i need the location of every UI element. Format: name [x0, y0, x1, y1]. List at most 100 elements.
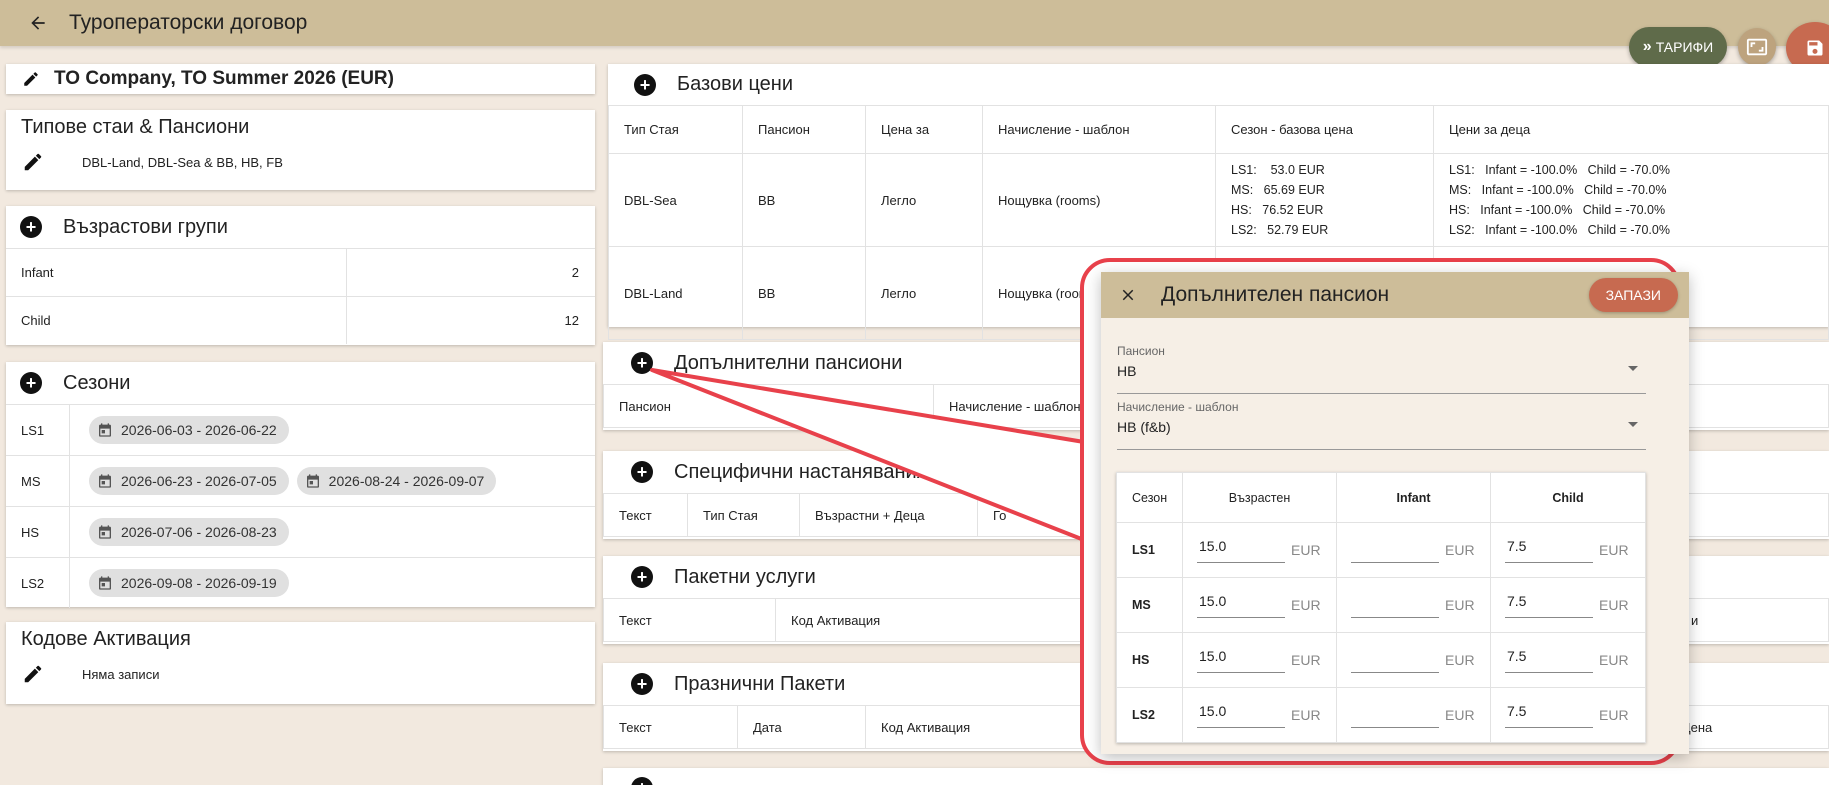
- date-range-text: 2026-08-24 - 2026-09-07: [328, 473, 485, 489]
- resize-icon: [1746, 38, 1768, 56]
- date-range-chip[interactable]: 2026-09-08 - 2026-09-19: [89, 569, 289, 597]
- specific-title: Специфични настанявания: [674, 460, 928, 483]
- tariffs-button[interactable]: » ТАРИФИ: [1629, 27, 1727, 67]
- age-group-value: 2: [571, 265, 579, 280]
- extra-boards-title: Допълнителни пансиони: [674, 351, 903, 374]
- date-range-chip[interactable]: 2026-07-06 - 2026-08-23: [89, 518, 289, 546]
- column-header: Възрастен: [1182, 472, 1337, 523]
- add-circle-icon[interactable]: +: [634, 73, 656, 96]
- currency-label: EUR: [1599, 707, 1629, 723]
- board-cell: BB: [742, 153, 866, 247]
- column-header: Пансион: [603, 384, 934, 428]
- extra-board-dialog: Допълнителен пансион ЗАПАЗИ Пансион HB Н…: [1101, 272, 1689, 754]
- calendar-icon: [97, 524, 113, 540]
- currency-label: EUR: [1599, 652, 1629, 668]
- table-row[interactable]: LS2 2026-09-08 - 2026-09-19: [6, 557, 595, 608]
- packages-title: Пакетни услуги: [674, 565, 816, 588]
- table-row[interactable]: DBL-Sea BB Легло Нощувка (rooms) LS1: 53…: [608, 153, 1829, 247]
- add-circle-icon[interactable]: +: [20, 372, 42, 394]
- table-row: MS 15.0 EUR EUR 7.5 EUR: [1116, 577, 1646, 633]
- fullscreen-button[interactable]: [1738, 28, 1776, 66]
- calendar-icon: [97, 422, 113, 438]
- table-row[interactable]: LS1 2026-06-03 - 2026-06-22: [6, 404, 595, 455]
- child-price-input[interactable]: 7.5: [1505, 538, 1593, 563]
- column-header: Цена: [1665, 705, 1829, 749]
- age-groups-title: Възрастови групи: [63, 215, 228, 238]
- board-select[interactable]: Пансион HB: [1117, 344, 1646, 394]
- add-circle-icon[interactable]: +: [631, 566, 653, 588]
- season-code: MS: [6, 456, 70, 506]
- seasons-title: Сезони: [63, 371, 131, 394]
- age-group-value: 12: [564, 313, 579, 328]
- table-row[interactable]: MS 2026-06-23 - 2026-07-05 2026-08-24 - …: [6, 455, 595, 506]
- infant-price-input[interactable]: [1351, 703, 1439, 728]
- column-header: Текст: [603, 493, 688, 537]
- column-header: Сезон: [1116, 472, 1183, 523]
- tariffs-label: ТАРИФИ: [1655, 39, 1714, 55]
- season-code: HS: [1116, 632, 1183, 688]
- infant-price-input[interactable]: [1351, 648, 1439, 673]
- add-circle-icon[interactable]: +: [631, 777, 653, 785]
- per-cell: Легло: [865, 153, 983, 247]
- template-select[interactable]: Начисление - шаблон HB (f&b): [1117, 400, 1646, 450]
- child-price-input[interactable]: 7.5: [1505, 703, 1593, 728]
- dialog-title: Допълнителен пансион: [1161, 283, 1390, 306]
- date-range-chip[interactable]: 2026-06-03 - 2026-06-22: [89, 416, 289, 444]
- room-types-card: Типове стаи & Пансиони DBL-Land, DBL-Sea…: [6, 110, 595, 190]
- table-row[interactable]: Infant 2: [6, 248, 595, 296]
- close-button[interactable]: [1119, 286, 1149, 304]
- adult-price-input[interactable]: 15.0: [1197, 648, 1285, 673]
- date-range-chip[interactable]: 2026-08-24 - 2026-09-07: [296, 467, 497, 495]
- calendar-icon: [97, 575, 113, 591]
- double-chevron-right-icon: »: [1642, 38, 1652, 55]
- board-cell: BB: [742, 246, 866, 340]
- currency-label: EUR: [1599, 597, 1629, 613]
- top-app-bar: Туроператорски договор: [0, 0, 1829, 46]
- column-header: Тип Стая: [608, 105, 743, 154]
- infant-price-input[interactable]: [1351, 593, 1439, 618]
- dialog-save-button[interactable]: ЗАПАЗИ: [1588, 278, 1678, 312]
- contract-title-card[interactable]: TO Company, TO Summer 2026 (EUR): [6, 64, 595, 94]
- child-prices-cell: LS1: Infant = -100.0% Child = -70.0% MS:…: [1433, 153, 1829, 247]
- season-code: LS2: [6, 558, 70, 608]
- currency-label: EUR: [1599, 542, 1629, 558]
- child-price-input[interactable]: 7.5: [1505, 648, 1593, 673]
- column-header: Сезон - базова цена: [1215, 105, 1434, 154]
- child-price-input[interactable]: 7.5: [1505, 593, 1593, 618]
- back-button[interactable]: [18, 3, 58, 43]
- floppy-disk-icon: [1807, 40, 1823, 56]
- currency-label: EUR: [1445, 597, 1475, 613]
- column-header: Пансион: [742, 105, 866, 154]
- activation-codes-card: Кодове Активация Няма записи: [6, 622, 595, 704]
- table-row[interactable]: Child 12: [6, 296, 595, 344]
- table-row[interactable]: HS 2026-07-06 - 2026-08-23: [6, 506, 595, 557]
- holiday-packages-title: Празнични Пакети: [674, 672, 846, 695]
- column-header: Цени за деца: [1433, 105, 1829, 154]
- infant-price-input[interactable]: [1351, 538, 1439, 563]
- currency-label: EUR: [1445, 652, 1475, 668]
- table-row: HS 15.0 EUR EUR 7.5 EUR: [1116, 632, 1646, 688]
- age-group-name: Child: [6, 297, 347, 344]
- table-row: LS2 15.0 EUR EUR 7.5 EUR: [1116, 687, 1646, 743]
- add-circle-icon[interactable]: +: [631, 461, 653, 483]
- adult-price-input[interactable]: 15.0: [1197, 593, 1285, 618]
- room-cell: DBL-Land: [608, 246, 743, 340]
- column-header: Текст: [603, 705, 738, 749]
- adult-price-input[interactable]: 15.0: [1197, 538, 1285, 563]
- adult-price-input[interactable]: 15.0: [1197, 703, 1285, 728]
- date-range-text: 2026-06-23 - 2026-07-05: [121, 473, 277, 489]
- activation-codes-value: Няма записи: [82, 666, 160, 682]
- pencil-icon[interactable]: [22, 663, 62, 685]
- pencil-icon[interactable]: [22, 151, 62, 173]
- page-title: Туроператорски договор: [69, 11, 308, 34]
- currency-label: EUR: [1291, 597, 1321, 613]
- table-row: LS1 15.0 EUR EUR 7.5 EUR: [1116, 522, 1646, 578]
- pencil-icon[interactable]: [22, 70, 40, 88]
- column-header: Текст: [603, 598, 776, 642]
- date-range-chip[interactable]: 2026-06-23 - 2026-07-05: [89, 467, 289, 495]
- add-circle-icon[interactable]: +: [20, 216, 42, 238]
- dropdown-arrow-icon: [1628, 422, 1638, 427]
- add-circle-icon[interactable]: +: [631, 352, 653, 374]
- calendar-icon: [97, 473, 113, 489]
- add-circle-icon[interactable]: +: [631, 673, 653, 695]
